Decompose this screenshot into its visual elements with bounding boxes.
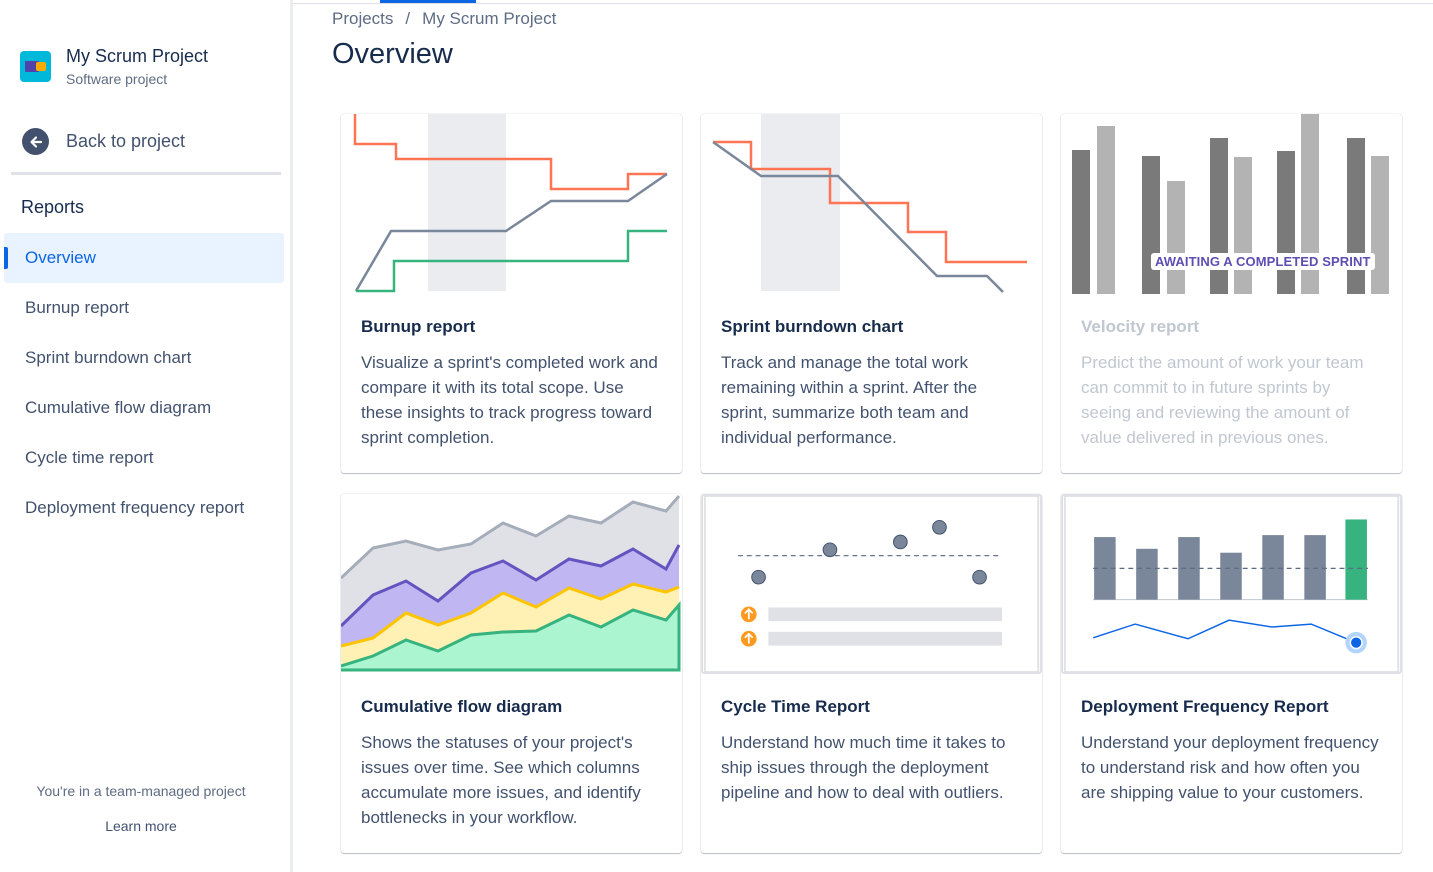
card-description: Understand how much time it takes to shi… — [721, 733, 1006, 802]
card-title: Cycle Time Report — [721, 697, 870, 716]
sidebar-item-cycle-time-report[interactable]: Cycle time report — [4, 433, 284, 483]
sidebar: My Scrum Project Software project Back t… — [0, 0, 290, 872]
card-title: Sprint burndown chart — [721, 317, 904, 336]
burndown-illustration — [712, 114, 1027, 293]
sidebar-resize-handle[interactable] — [290, 0, 293, 872]
cycle-time-illustration — [701, 494, 1042, 674]
reports-nav: Overview Burnup report Sprint burndown c… — [4, 233, 284, 533]
sidebar-item-overview[interactable]: Overview — [4, 233, 284, 283]
page-title: Overview — [332, 38, 453, 70]
burnup-report-card[interactable]: Burnup report Visualize a sprint's compl… — [341, 114, 682, 473]
velocity-report-card[interactable]: AWAITING A COMPLETED SPRINT Velocity rep… — [1061, 114, 1402, 473]
awaiting-sprint-badge: AWAITING A COMPLETED SPRINT — [1151, 253, 1375, 270]
card-title: Burnup report — [361, 317, 476, 336]
back-label: Back to project — [66, 131, 186, 151]
team-managed-note: You're in a team-managed project — [36, 783, 246, 799]
card-title: Cumulative flow diagram — [361, 697, 563, 716]
card-description: Understand your deployment frequency to … — [1081, 733, 1379, 802]
back-to-project-link[interactable]: Back to project — [22, 128, 185, 155]
card-description: Track and manage the total work remainin… — [721, 353, 978, 447]
sidebar-item-deployment-frequency-report[interactable]: Deployment frequency report — [4, 483, 284, 533]
cycle-time-card[interactable]: Cycle Time Report Understand how much ti… — [701, 494, 1042, 853]
cumulative-flow-card[interactable]: Cumulative flow diagram Shows the status… — [341, 494, 682, 853]
project-name: My Scrum Project — [66, 46, 209, 66]
project-avatar — [20, 51, 51, 82]
deployment-frequency-card[interactable]: Deployment Frequency Report Understand y… — [1061, 494, 1402, 853]
sidebar-item-sprint-burndown-chart[interactable]: Sprint burndown chart — [4, 333, 284, 383]
burnup-illustration — [353, 114, 668, 293]
cfd-illustration — [341, 495, 681, 672]
deployment-frequency-illustration — [1061, 494, 1402, 674]
breadcrumb-separator: / — [405, 9, 411, 28]
sidebar-divider — [11, 172, 281, 175]
card-title: Velocity report — [1081, 317, 1200, 336]
card-description: Visualize a sprint's completed work and … — [361, 353, 658, 447]
card-description: Shows the statuses of your project's iss… — [361, 733, 641, 827]
sprint-burndown-card[interactable]: Sprint burndown chart Track and manage t… — [701, 114, 1042, 473]
project-header: My Scrum Project Software project — [20, 44, 208, 89]
arrow-left-icon — [22, 128, 49, 155]
card-description: Predict the amount of work your team can… — [1081, 353, 1364, 447]
card-title: Deployment Frequency Report — [1081, 697, 1329, 716]
breadcrumb: Projects / My Scrum Project — [332, 9, 556, 29]
sidebar-item-cumulative-flow-diagram[interactable]: Cumulative flow diagram — [4, 383, 284, 433]
project-type: Software project — [66, 71, 168, 87]
sidebar-item-burnup-report[interactable]: Burnup report — [4, 283, 284, 333]
breadcrumb-project[interactable]: My Scrum Project — [422, 9, 556, 29]
reports-heading: Reports — [21, 197, 85, 217]
breadcrumb-projects[interactable]: Projects — [332, 9, 393, 29]
learn-more-link[interactable]: Learn more — [0, 818, 282, 834]
top-active-indicator — [380, 0, 476, 3]
